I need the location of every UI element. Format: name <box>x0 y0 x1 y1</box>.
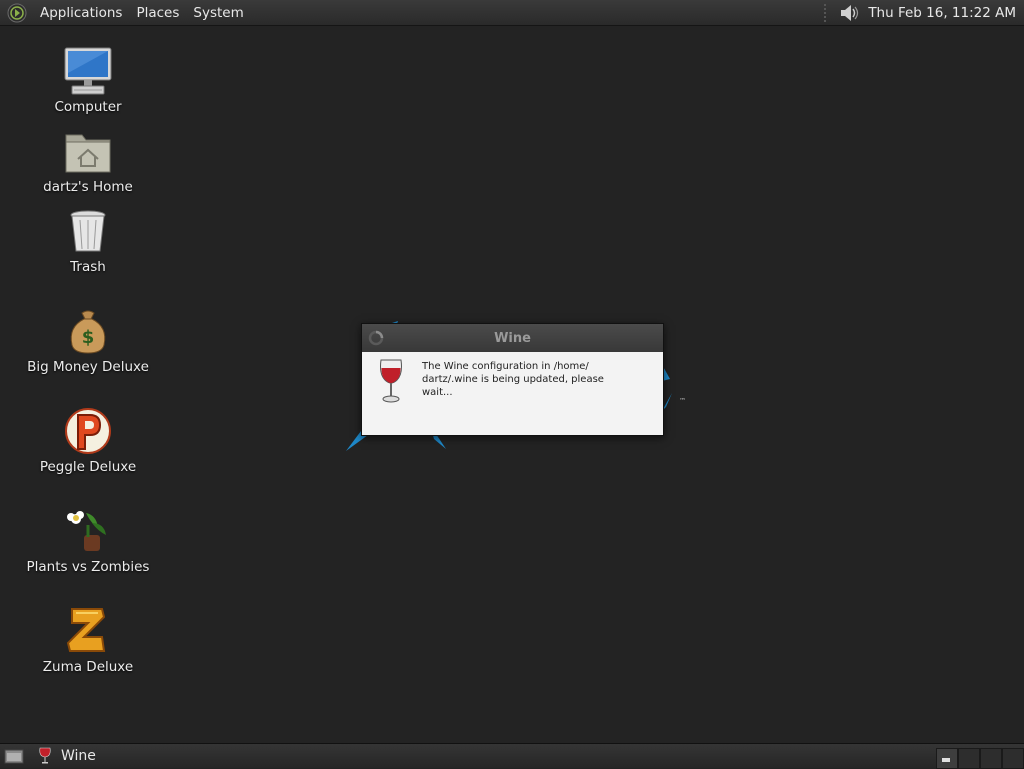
workspace-1[interactable] <box>936 748 958 769</box>
desktop-icon-home[interactable]: dartz's Home <box>13 125 163 195</box>
svg-text:$: $ <box>82 327 95 348</box>
computer-icon <box>64 47 112 95</box>
panel-separator <box>824 3 830 22</box>
workspace-4[interactable] <box>1002 748 1024 769</box>
plants-vs-zombies-icon <box>67 511 106 551</box>
trademark-mark: ™ <box>679 397 686 405</box>
desktop-icon-label: Trash <box>70 259 106 275</box>
show-desktop-icon[interactable] <box>3 747 25 765</box>
desktop-icon-peggle[interactable]: Peggle Deluxe <box>13 405 163 475</box>
spinner-icon <box>368 330 384 346</box>
dialog-titlebar[interactable]: Wine <box>362 324 663 352</box>
dialog-title: Wine <box>494 330 531 346</box>
taskbar-item-wine[interactable]: Wine <box>39 744 96 768</box>
wine-glass-icon <box>380 359 402 403</box>
desktop-icon-label: dartz's Home <box>43 179 133 195</box>
top-panel: Applications Places System Thu Feb 16, 1… <box>0 0 1024 26</box>
taskbar-item-label: Wine <box>61 748 96 764</box>
dialog-body: The Wine configuration in /home/ dartz/.… <box>362 352 663 435</box>
money-bag-icon: $ <box>70 310 106 354</box>
dialog-message: The Wine configuration in /home/ dartz/.… <box>422 361 604 398</box>
applications-menu[interactable]: Applications <box>33 5 129 21</box>
desktop-icon-plants-vs-zombies[interactable]: Plants vs Zombies <box>13 505 163 575</box>
distro-logo-icon[interactable] <box>7 3 27 23</box>
home-folder-icon <box>65 134 111 173</box>
desktop-icon-label: Zuma Deluxe <box>42 659 134 675</box>
clock[interactable]: Thu Feb 16, 11:22 AM <box>868 5 1024 21</box>
bottom-panel: Wine <box>0 743 1024 769</box>
workspace-3[interactable] <box>980 748 1002 769</box>
desktop-icon-computer[interactable]: Computer <box>13 45 163 115</box>
desktop-icon-trash[interactable]: Trash <box>13 205 163 275</box>
system-menu[interactable]: System <box>186 5 250 21</box>
desktop-icon-big-money[interactable]: $ Big Money Deluxe <box>13 305 163 375</box>
active-window-marker <box>942 758 950 762</box>
zuma-icon <box>66 608 106 652</box>
wine-dialog: Wine The Wine configuration in /home/ da… <box>361 323 664 436</box>
peggle-icon <box>65 408 111 454</box>
desktop-icon-label: Peggle Deluxe <box>39 459 137 475</box>
places-menu[interactable]: Places <box>129 5 186 21</box>
workspace-2[interactable] <box>958 748 980 769</box>
desktop-icon-label: Plants vs Zombies <box>26 559 150 575</box>
trash-icon <box>70 210 106 252</box>
desktop-icon-label: Big Money Deluxe <box>27 359 149 375</box>
desktop-icon-label: Computer <box>54 99 122 115</box>
top-panel-tray: Thu Feb 16, 11:22 AM <box>824 0 1024 25</box>
volume-icon[interactable] <box>838 3 860 23</box>
desktop-icon-zuma[interactable]: Zuma Deluxe <box>13 605 163 675</box>
wine-glass-icon <box>39 747 51 764</box>
workspace-switcher <box>936 748 1024 769</box>
